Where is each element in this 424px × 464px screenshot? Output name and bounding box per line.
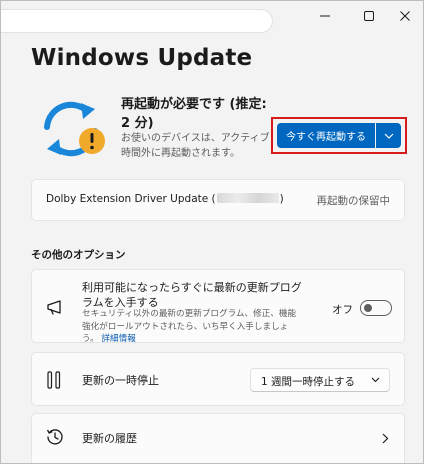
learn-more-link[interactable]: 詳細情報 — [101, 334, 135, 344]
restart-now-button[interactable]: 今すぐ再起動する — [277, 123, 375, 148]
restart-required-title: 再起動が必要です (推定: 2 分) — [121, 97, 267, 131]
latest-updates-toggle[interactable] — [360, 300, 392, 316]
maximize-button[interactable] — [349, 3, 389, 29]
restart-description: お使いのデバイスは、アクティブ時間外に再起動されます。 — [121, 133, 270, 159]
update-history-title: 更新の履歴 — [82, 432, 137, 445]
restart-options-button[interactable] — [376, 123, 401, 148]
close-button[interactable] — [385, 3, 423, 29]
latest-updates-title: 利用可能になったらすぐに最新の更新プログラムを入手する — [82, 281, 302, 309]
pause-duration-value: 1 週間一時停止する — [261, 376, 356, 388]
minimize-icon — [320, 15, 330, 17]
pause-updates-title: 更新の一時停止 — [82, 374, 159, 387]
pause-icon — [47, 371, 61, 389]
page-title: Windows Update — [31, 45, 253, 71]
chevron-down-icon — [371, 377, 380, 383]
update-name: Dolby Extension Driver Update () — [46, 193, 284, 205]
update-history-option[interactable]: 更新の履歴 — [31, 413, 405, 463]
megaphone-icon — [47, 300, 61, 315]
toggle-state-label: オフ — [332, 304, 353, 316]
pending-update-card: Dolby Extension Driver Update () 再起動の保留中 — [31, 179, 405, 221]
close-icon — [400, 11, 410, 21]
maximize-icon — [364, 11, 374, 21]
history-icon — [46, 429, 63, 445]
chevron-right-icon — [382, 433, 389, 444]
latest-updates-description: セキュリティ以外の最新の更新プログラム、修正、機能強化がロールアウトされたら、い… — [82, 309, 297, 344]
pause-updates-option: 更新の一時停止 1 週間一時停止する — [31, 352, 405, 406]
sync-with-warning-icon — [44, 101, 105, 157]
update-status: 再起動の保留中 — [316, 195, 391, 207]
pause-duration-select[interactable]: 1 週間一時停止する — [250, 368, 390, 392]
settings-window: Windows Update 再起動が必要です (推定: 2 分) お使いのデバ… — [0, 0, 424, 464]
search-box[interactable] — [1, 9, 273, 33]
redacted-text — [216, 193, 279, 203]
chevron-down-icon — [384, 133, 393, 139]
title-bar — [1, 1, 423, 33]
toggle-knob — [364, 304, 372, 312]
latest-updates-option[interactable]: 利用可能になったらすぐに最新の更新プログラムを入手する セキュリティ以外の最新の… — [31, 269, 405, 344]
section-heading: その他のオプション — [31, 249, 126, 261]
minimize-button[interactable] — [305, 3, 345, 29]
